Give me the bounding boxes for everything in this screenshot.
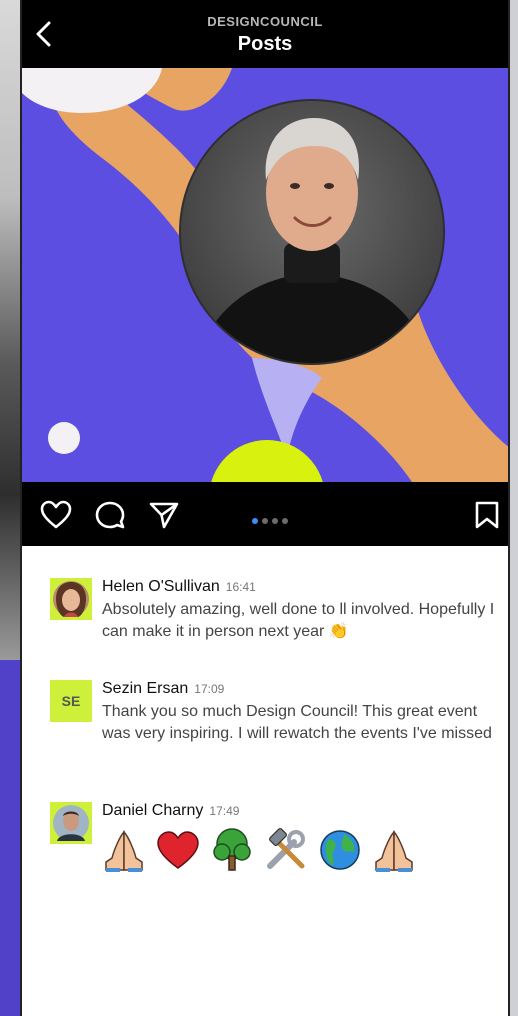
- post-actions-bar: [22, 482, 508, 546]
- post-image[interactable]: [22, 68, 508, 482]
- bookmark-icon[interactable]: [474, 500, 500, 530]
- avatar[interactable]: [50, 802, 92, 844]
- comment-time: 17:49: [209, 804, 240, 818]
- folded-hands-icon: [375, 830, 413, 872]
- comment-text: Thank you so much Design Council! This g…: [102, 703, 492, 742]
- top-bar: DESIGNCOUNCIL Posts: [22, 0, 508, 68]
- comment-text: Absolutely amazing, well done to ll invo…: [102, 601, 495, 640]
- red-heart-icon: [157, 831, 199, 869]
- share-icon[interactable]: [148, 500, 180, 530]
- page-title: Posts: [237, 33, 293, 55]
- tools-icon: [267, 828, 305, 869]
- avatar-initials: SE: [61, 693, 81, 709]
- background-right-strip: [510, 0, 518, 1016]
- avatar[interactable]: SE: [50, 680, 92, 722]
- comment-time: 16:41: [225, 580, 256, 594]
- comment-author[interactable]: Helen O'Sullivan: [102, 578, 220, 595]
- account-name[interactable]: DESIGNCOUNCIL: [22, 14, 508, 29]
- carousel-dot-active: [252, 518, 258, 524]
- background-purple-strip: [0, 660, 22, 1016]
- comment-item: Daniel Charny 17:49: [50, 802, 500, 902]
- comment-author[interactable]: Daniel Charny: [102, 802, 203, 819]
- comment-body: Sezin Ersan 17:09 Thank you so much Desig…: [102, 680, 502, 745]
- comment-item: SE Sezin Ersan 17:09 Thank you so much De…: [50, 680, 500, 780]
- carousel-dot: [262, 518, 268, 524]
- heart-icon[interactable]: [40, 500, 72, 530]
- folded-hands-icon: [105, 830, 143, 872]
- comment-time: 17:09: [194, 682, 225, 696]
- comment-body: Daniel Charny 17:49: [102, 802, 502, 878]
- comment-body: Helen O'Sullivan 16:41 Absolutely amazing…: [102, 578, 502, 643]
- emoji-row: [102, 828, 502, 878]
- carousel-dot: [282, 518, 288, 524]
- white-dot: [48, 422, 80, 454]
- avatar[interactable]: [50, 578, 92, 620]
- phone-screen: DESIGNCOUNCIL Posts Helen O'Sullivan 16:…: [20, 0, 510, 1016]
- comments-section: Helen O'Sullivan 16:41 Absolutely amazing…: [22, 546, 508, 1016]
- globe-icon: [320, 830, 360, 870]
- comment-icon[interactable]: [94, 500, 126, 530]
- carousel-dot: [272, 518, 278, 524]
- background-photo-strip: [0, 0, 22, 660]
- comment-item: Helen O'Sullivan 16:41 Absolutely amazing…: [50, 578, 500, 658]
- carousel-indicator: [252, 511, 292, 524]
- tree-icon: [213, 828, 251, 871]
- comment-author[interactable]: Sezin Ersan: [102, 680, 188, 697]
